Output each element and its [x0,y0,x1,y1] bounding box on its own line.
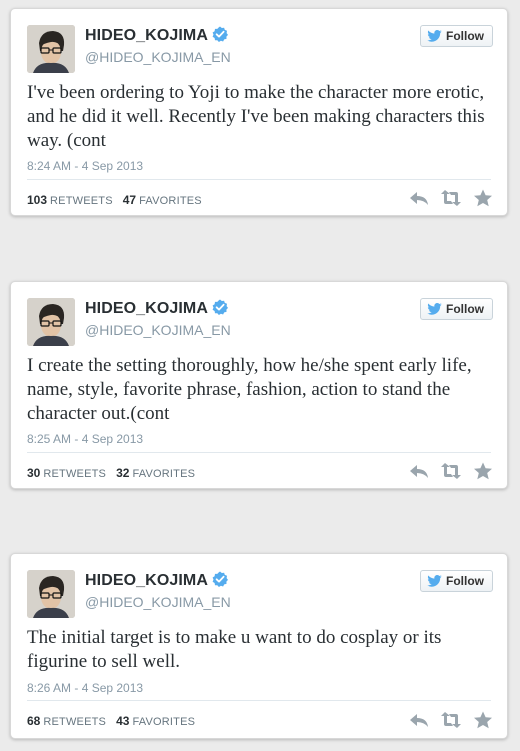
tweet-card: HIDEO_KOJIMA @HIDEO_KOJIMA_EN Follow I'v… [10,8,508,216]
favorites-label: FAVORITES [139,195,202,207]
retweet-icon [441,190,461,206]
reply-icon [410,714,428,727]
twitter-bird-icon [427,303,442,315]
tweet-stats: 103 RETWEETS 47 FAVORITES [27,193,212,207]
tweet-actions [409,189,493,207]
tweet-card: HIDEO_KOJIMA @HIDEO_KOJIMA_EN Follow The… [10,553,508,739]
reply-button[interactable] [409,711,429,729]
twitter-bird-icon [427,575,442,587]
tweet-timestamp[interactable]: 8:24 AM - 4 Sep 2013 [27,159,143,173]
favorite-count[interactable]: 32 [116,466,129,480]
tweet-card: HIDEO_KOJIMA @HIDEO_KOJIMA_EN Follow I c… [10,281,508,489]
favorites-label: FAVORITES [132,468,196,480]
tweet-stats: 68 RETWEETS 43 FAVORITES [27,714,205,728]
retweet-icon [441,463,461,479]
divider [27,179,491,180]
reply-button[interactable] [409,189,429,207]
favorite-count[interactable]: 47 [123,193,136,207]
divider [27,452,491,453]
tweet-timestamp[interactable]: 8:25 AM - 4 Sep 2013 [27,432,143,446]
tweet-actions [409,711,493,729]
reply-button[interactable] [409,462,429,480]
tweet-text: I create the setting thoroughly, how he/… [27,355,472,424]
retweet-count[interactable]: 103 [27,193,47,207]
favorites-label: FAVORITES [132,716,196,728]
display-name[interactable]: HIDEO_KOJIMA [85,571,228,590]
retweet-button[interactable] [441,711,461,729]
retweet-count[interactable]: 30 [27,466,40,480]
favorite-button[interactable] [473,462,493,480]
avatar[interactable] [27,25,75,73]
favorite-button[interactable] [473,189,493,207]
tweet-text: The initial target is to make u want to … [27,627,442,672]
retweet-button[interactable] [441,462,461,480]
retweet-button[interactable] [441,189,461,207]
retweet-icon [441,712,461,728]
favorite-button[interactable] [473,711,493,729]
verified-badge-icon [212,571,228,587]
user-handle[interactable]: @HIDEO_KOJIMA_EN [85,322,231,338]
retweet-count[interactable]: 68 [27,714,40,728]
follow-button[interactable]: Follow [420,298,493,320]
twitter-bird-icon [427,30,442,42]
tweet-stats: 30 RETWEETS 32 FAVORITES [27,466,205,480]
star-icon [474,189,492,207]
follow-label: Follow [446,574,484,588]
star-icon [474,462,492,480]
star-icon [474,711,492,729]
user-handle[interactable]: @HIDEO_KOJIMA_EN [85,49,231,65]
follow-label: Follow [446,29,484,43]
tweet-actions [409,462,493,480]
divider [27,700,491,701]
avatar[interactable] [27,570,75,618]
reply-icon [410,192,428,205]
follow-label: Follow [446,302,484,316]
retweets-label: RETWEETS [43,716,107,728]
reply-icon [410,465,428,478]
verified-badge-icon [212,26,228,42]
retweets-label: RETWEETS [50,195,113,207]
display-name[interactable]: HIDEO_KOJIMA [85,26,228,45]
user-handle[interactable]: @HIDEO_KOJIMA_EN [85,594,231,610]
tweet-text: I've been ordering to Yoji to make the c… [27,82,485,151]
tweet-timestamp[interactable]: 8:26 AM - 4 Sep 2013 [27,681,143,695]
verified-badge-icon [212,299,228,315]
avatar[interactable] [27,298,75,346]
follow-button[interactable]: Follow [420,570,493,592]
display-name[interactable]: HIDEO_KOJIMA [85,299,228,318]
favorite-count[interactable]: 43 [116,714,129,728]
retweets-label: RETWEETS [43,468,107,480]
follow-button[interactable]: Follow [420,25,493,47]
